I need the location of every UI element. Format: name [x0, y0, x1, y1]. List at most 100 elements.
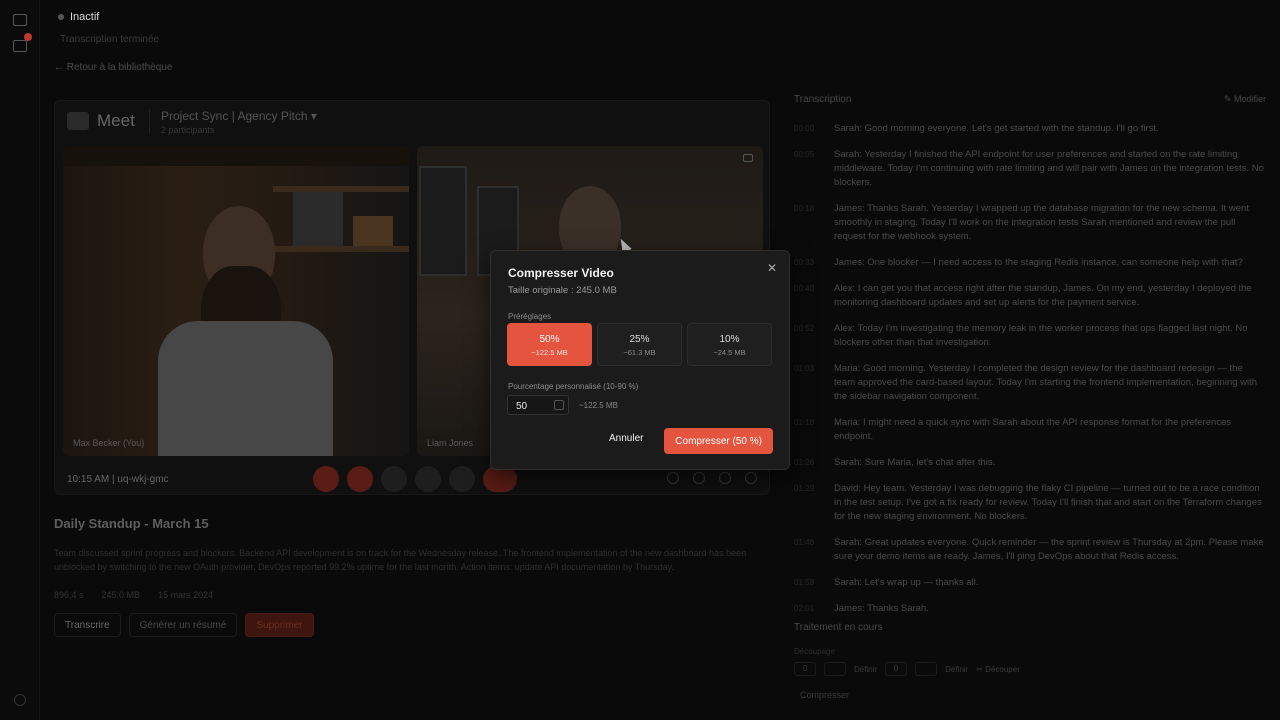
video-icon[interactable]: [13, 14, 27, 26]
segment-text: Sarah: Sure Maria, let's chat after this…: [834, 457, 996, 468]
transcript-segment[interactable]: 00:05 Sarah: Yesterday I finished the API…: [794, 148, 1266, 190]
compress-submit-button[interactable]: Compresser (50 %): [664, 428, 773, 454]
activities-icon[interactable]: [745, 472, 757, 484]
transcript-segment[interactable]: 01:26 Sarah: Sure Maria, let's chat after…: [794, 456, 1266, 470]
preset-options: 50% ~122.5 MB 25% ~61.3 MB 10% ~24.5 MB: [507, 323, 772, 366]
camera-off-icon[interactable]: [347, 466, 373, 492]
transcript-segment[interactable]: 01:18 Maria: I might need a quick sync wi…: [794, 416, 1266, 444]
segment-text: Sarah: Good morning everyone. Let's get …: [834, 123, 1159, 134]
transcript-segment[interactable]: 02:01 James: Thanks Sarah.: [794, 602, 1266, 612]
segment-timestamp: 01:58: [794, 578, 815, 587]
trim-end-input[interactable]: 0: [885, 662, 908, 676]
close-icon[interactable]: ✕: [767, 261, 777, 275]
preset-size: ~122.5 MB: [531, 348, 568, 357]
transcript-segment[interactable]: 01:03 Maria: Good morning. Yesterday I co…: [794, 362, 1266, 404]
transcript-list[interactable]: 00:00 Sarah: Good morning everyone. Let's…: [794, 122, 1266, 612]
preset-25[interactable]: 25% ~61.3 MB: [597, 323, 682, 366]
segment-timestamp: 02:01: [794, 604, 815, 612]
segment-text: Sarah: Yesterday I finished the API endp…: [834, 149, 1264, 188]
segment-text: Alex: Today I'm investigating the memory…: [834, 323, 1248, 348]
preset-50[interactable]: 50% ~122.5 MB: [507, 323, 592, 366]
preset-size: ~24.5 MB: [713, 348, 746, 357]
cancel-button[interactable]: Annuler: [609, 433, 643, 444]
people-icon[interactable]: [693, 472, 705, 484]
dialog-title: Compresser Video: [508, 266, 614, 280]
segment-text: James: One blocker — I need access to th…: [834, 257, 1243, 268]
mic-off-icon[interactable]: [313, 466, 339, 492]
left-rail: [0, 0, 40, 720]
recording-summary: Team discussed sprint progress and block…: [54, 548, 747, 572]
segment-timestamp: 00:00: [794, 124, 815, 133]
trim-label: Découpage: [794, 647, 835, 656]
meeting-time: 10:15 AM | uq-wkj-gmc: [67, 474, 169, 485]
chat-icon[interactable]: [719, 472, 731, 484]
recording-title: Daily Standup - March 15: [54, 516, 209, 531]
raise-hand-icon[interactable]: [381, 466, 407, 492]
segment-timestamp: 01:46: [794, 538, 815, 547]
participant-name: Max Becker (You): [73, 438, 145, 448]
transcript-segment[interactable]: 00:52 Alex: Today I'm investigating the m…: [794, 322, 1266, 350]
status-subtitle: Transcription terminée: [60, 34, 160, 45]
compress-button[interactable]: Compresser: [800, 690, 849, 700]
list-icon[interactable]: [13, 40, 27, 52]
more-options-icon[interactable]: [743, 154, 753, 162]
transcript-panel: Transcription ✎ Modifier 00:00 Sarah: Goo…: [794, 94, 1266, 612]
trim-end-stepper[interactable]: [915, 662, 938, 676]
status-label: Inactif: [70, 11, 100, 23]
preset-size: ~61.3 MB: [623, 348, 656, 357]
file-size: 245.0 MB: [101, 590, 141, 600]
meet-logo: Meet: [67, 111, 135, 131]
generate-summary-button[interactable]: Générer un résumé: [128, 613, 238, 637]
transcript-segment[interactable]: 01:58 Sarah: Let's wrap up — thanks all.: [794, 576, 1266, 590]
preset-percent: 10%: [719, 334, 740, 345]
recording-date: 15 mars 2024: [158, 590, 214, 600]
duration: 896.4 s: [54, 590, 84, 600]
segment-text: Sarah: Great updates everyone. Quick rem…: [834, 537, 1264, 562]
participant-name: Liam Jones: [427, 438, 474, 448]
more-icon[interactable]: [449, 466, 475, 492]
segment-text: Alex: I can get you that access right af…: [834, 283, 1252, 308]
segment-timestamp: 01:26: [794, 458, 815, 467]
transcript-segment[interactable]: 00:33 James: One blocker — I need access …: [794, 256, 1266, 270]
cut-button[interactable]: ✂ Découper: [976, 665, 1020, 674]
edit-transcript-button[interactable]: ✎ Modifier: [1224, 94, 1266, 105]
participant-count: 2 participants: [161, 125, 215, 135]
processing-heading: Traitement en cours: [794, 622, 883, 633]
segment-timestamp: 00:33: [794, 258, 815, 267]
preset-percent: 50%: [539, 334, 560, 345]
transcript-segment[interactable]: 00:18 James: Thanks Sarah. Yesterday I wr…: [794, 202, 1266, 244]
transcribe-button[interactable]: Transcrire: [54, 613, 121, 637]
recording-meta: 896.4 s 245.0 MB 15 mars 2024: [54, 590, 213, 600]
transcript-segment[interactable]: 01:46 Sarah: Great updates everyone. Quic…: [794, 536, 1266, 564]
trim-start-input[interactable]: 0: [794, 662, 816, 676]
segment-timestamp: 00:18: [794, 204, 815, 213]
meet-logo-text: Meet: [97, 111, 135, 130]
custom-percent-field[interactable]: [507, 395, 569, 416]
present-icon[interactable]: [415, 466, 441, 492]
status-dot-icon: [58, 14, 64, 21]
custom-percent-label: Pourcentage personnalisé (10-90 %): [508, 382, 639, 391]
meeting-controls: [313, 466, 517, 492]
status-indicator: Inactif: [58, 11, 99, 23]
delete-button[interactable]: Supprimer: [245, 613, 314, 637]
transcript-segment[interactable]: 01:29 David: Hey team. Yesterday I was de…: [794, 482, 1266, 524]
meet-camera-icon: [67, 112, 89, 130]
number-stepper-icon[interactable]: [554, 400, 564, 410]
transcript-segment[interactable]: 00:00 Sarah: Good morning everyone. Let's…: [794, 122, 1266, 136]
trim-start-stepper[interactable]: [824, 662, 846, 676]
info-icon[interactable]: [667, 472, 679, 484]
custom-percent-input[interactable]: [508, 397, 552, 416]
recording-actions: Transcrire Générer un résumé Supprimer: [54, 613, 314, 637]
presets-label: Préréglages: [508, 312, 552, 321]
back-to-library-link[interactable]: ← Retour à la bibliothèque: [54, 62, 172, 73]
preset-10[interactable]: 10% ~24.5 MB: [687, 323, 772, 366]
set-end-button[interactable]: Définir: [945, 665, 968, 674]
segment-timestamp: 00:52: [794, 324, 815, 333]
segment-text: James: Thanks Sarah.: [834, 603, 929, 612]
set-start-button[interactable]: Définir: [854, 665, 877, 674]
settings-icon[interactable]: [14, 694, 26, 706]
segment-timestamp: 01:29: [794, 484, 815, 493]
preset-percent: 25%: [629, 334, 650, 345]
transcript-segment[interactable]: 00:40 Alex: I can get you that access rig…: [794, 282, 1266, 310]
video-tile: Max Becker (You): [63, 146, 409, 456]
